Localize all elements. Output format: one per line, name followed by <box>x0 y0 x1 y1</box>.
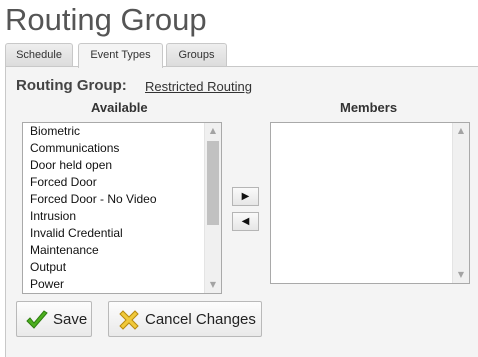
available-items: Biometric Communications Door held open … <box>30 123 157 293</box>
scroll-thumb[interactable] <box>207 141 219 225</box>
check-icon <box>26 310 48 329</box>
members-list[interactable]: ▲ ▼ <box>270 122 470 284</box>
list-item[interactable]: Output <box>30 259 157 276</box>
list-item[interactable]: Maintenance <box>30 242 157 259</box>
cancel-changes-button-label: Cancel Changes <box>145 311 256 328</box>
available-heading: Available <box>91 100 148 115</box>
scroll-up-arrow-icon[interactable]: ▲ <box>205 123 221 139</box>
remove-from-members-button[interactable]: ◀ <box>232 212 259 231</box>
list-item[interactable]: Forced Door <box>30 174 157 191</box>
save-button[interactable]: Save <box>16 301 92 337</box>
available-scrollbar[interactable]: ▲ ▼ <box>204 123 221 293</box>
add-to-members-button[interactable]: ▶ <box>232 187 259 206</box>
members-scrollbar[interactable]: ▲ ▼ <box>452 123 469 283</box>
save-button-label: Save <box>53 311 88 328</box>
list-item[interactable]: Communications <box>30 140 157 157</box>
scroll-up-arrow-icon[interactable]: ▲ <box>453 123 469 139</box>
list-item[interactable]: Intrusion <box>30 208 157 225</box>
cancel-changes-button[interactable]: Cancel Changes <box>108 301 262 337</box>
list-item[interactable]: Power <box>30 276 157 293</box>
page-title: Routing Group <box>5 2 207 37</box>
cancel-x-icon <box>119 310 139 330</box>
tab-event-types[interactable]: Event Types <box>78 43 163 68</box>
available-list[interactable]: Biometric Communications Door held open … <box>22 122 222 294</box>
scroll-down-arrow-icon[interactable]: ▼ <box>205 277 221 293</box>
tab-groups[interactable]: Groups <box>166 43 227 66</box>
routing-group-label: Routing Group: <box>16 77 127 94</box>
routing-group-name-link[interactable]: Restricted Routing <box>145 79 252 94</box>
list-item[interactable]: Door held open <box>30 157 157 174</box>
tab-schedule[interactable]: Schedule <box>5 43 73 66</box>
list-item[interactable]: Biometric <box>30 123 157 140</box>
scroll-down-arrow-icon[interactable]: ▼ <box>453 267 469 283</box>
members-heading: Members <box>340 100 398 115</box>
list-item[interactable]: Forced Door - No Video <box>30 191 157 208</box>
list-item[interactable]: Invalid Credential <box>30 225 157 242</box>
